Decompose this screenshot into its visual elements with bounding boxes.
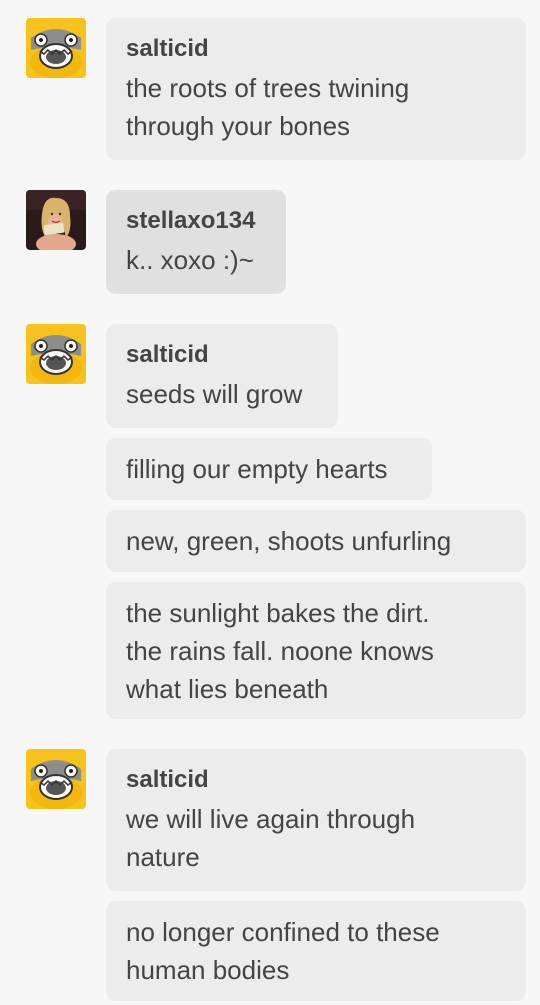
message-text: seeds will grow <box>126 379 303 409</box>
stellaxo134-avatar-icon[interactable] <box>26 190 86 250</box>
message-text: filling our empty hearts <box>126 454 388 484</box>
message-bubble[interactable]: stellaxo134 k.. xoxo :)~ <box>106 190 286 294</box>
username[interactable]: salticid <box>126 341 318 369</box>
message-text: k.. xoxo :)~ <box>126 245 254 275</box>
salticid-avatar-icon[interactable] <box>26 749 86 809</box>
username[interactable]: stellaxo134 <box>126 207 266 235</box>
message-bubble[interactable]: salticid seeds will grow <box>106 324 338 428</box>
message-bubble[interactable]: new, green, shoots unfurling <box>106 510 526 572</box>
message-text: no longer confined to these human bodies <box>126 917 440 985</box>
message-text: new, green, shoots unfurling <box>126 526 452 556</box>
username[interactable]: salticid <box>126 35 506 63</box>
message-text: we will live again through nature <box>126 804 416 872</box>
message-bubble[interactable]: no longer confined to these human bodies <box>106 901 526 1001</box>
salticid-avatar-icon[interactable] <box>26 324 86 384</box>
message-text: the roots of trees twining through your … <box>126 73 410 141</box>
message-bubble[interactable]: salticid we will live again through natu… <box>106 749 526 891</box>
message-text: the sunlight bakes the dirt. the rains f… <box>126 598 434 704</box>
salticid-avatar-icon[interactable] <box>26 18 86 78</box>
message-bubble[interactable]: the sunlight bakes the dirt. the rains f… <box>106 582 526 719</box>
message-bubble[interactable]: filling our empty hearts <box>106 438 432 500</box>
username[interactable]: salticid <box>126 766 506 794</box>
message-bubble[interactable]: salticid the roots of trees twining thro… <box>106 18 526 160</box>
